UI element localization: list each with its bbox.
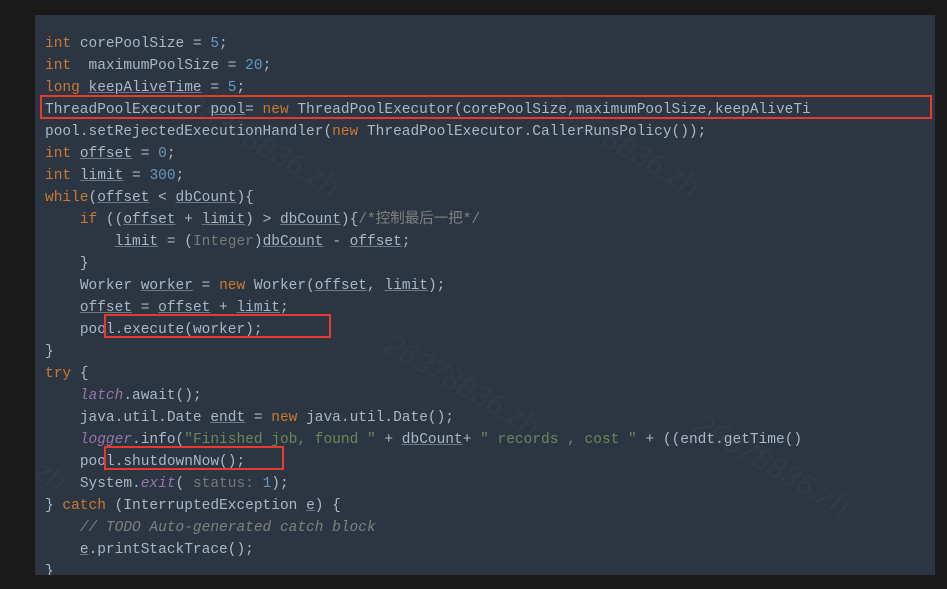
code-line: latch.await();: [45, 385, 935, 407]
code-line: Worker worker = new Worker(offset, limit…: [45, 275, 935, 297]
code-line: }: [45, 253, 935, 275]
code-line: int corePoolSize = 5;: [45, 33, 935, 55]
code-line: int maximumPoolSize = 20;: [45, 55, 935, 77]
code-line: limit = (Integer)dbCount - offset;: [45, 231, 935, 253]
code-line: while(offset < dbCount){: [45, 187, 935, 209]
code-line: if ((offset + limit) > dbCount){/*控制最后一把…: [45, 209, 935, 231]
code-line: pool.execute(worker);: [45, 319, 935, 341]
code-line: e.printStackTrace();: [45, 539, 935, 561]
code-line: try {: [45, 363, 935, 385]
code-line: java.util.Date endt = new java.util.Date…: [45, 407, 935, 429]
code-line: }: [45, 341, 935, 363]
code-line: // TODO Auto-generated catch block: [45, 517, 935, 539]
code-line: pool.setRejectedExecutionHandler(new Thr…: [45, 121, 935, 143]
code-line: } catch (InterruptedException e) {: [45, 495, 935, 517]
code-line: pool.shutdownNow();: [45, 451, 935, 473]
code-line: System.exit( status: 1);: [45, 473, 935, 495]
code-line: long keepAliveTime = 5;: [45, 77, 935, 99]
code-line: int limit = 300;: [45, 165, 935, 187]
code-line: int offset = 0;: [45, 143, 935, 165]
code-line: offset = offset + limit;: [45, 297, 935, 319]
code-line: ThreadPoolExecutor pool= new ThreadPoolE…: [45, 99, 935, 121]
code-line: }: [45, 561, 935, 575]
code-editor-panel: 26378836.zh 26378836.zh 26378836.zh 2637…: [35, 15, 935, 575]
code-line: logger.info("Finished job, found " + dbC…: [45, 429, 935, 451]
